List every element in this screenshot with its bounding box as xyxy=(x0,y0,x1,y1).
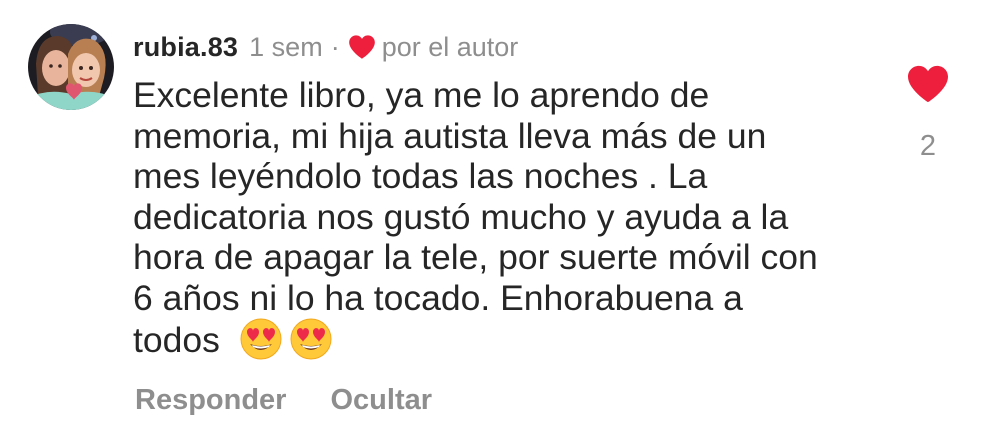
heart-eyes-emoji xyxy=(290,318,332,360)
heart-icon xyxy=(348,34,376,60)
avatar[interactable] xyxy=(28,24,114,110)
comment-line: Excelente libro, ya me lo aprendo de xyxy=(133,75,710,115)
reply-button[interactable]: Responder xyxy=(135,384,286,417)
comment-header: rubia.83 1 sem · por el autor xyxy=(133,27,518,67)
liked-by-author-label: por el autor xyxy=(381,31,519,62)
comment-line: hora de apagar la tele, por suerte móvil… xyxy=(133,237,818,277)
comment-line: memoria, mi hija autista lleva más de un xyxy=(133,115,767,156)
heart-eyes-emoji xyxy=(240,318,282,360)
separator-dot: · xyxy=(330,31,340,62)
timestamp: 1 sem xyxy=(249,31,323,62)
comment-line: mes leyéndolo todas las noches . La xyxy=(133,156,708,196)
heart-icon xyxy=(908,65,948,103)
comment-line: 6 años ni lo ha tocado. Enhorabuena a xyxy=(133,277,743,318)
comment-last-line: todos xyxy=(133,318,878,361)
like-button[interactable] xyxy=(906,64,950,104)
username[interactable]: rubia.83 xyxy=(133,32,238,63)
avatar-image xyxy=(28,24,114,110)
comment-line: dedicatoria nos gustó mucho y ayuda a la xyxy=(133,196,789,237)
hide-button[interactable]: Ocultar xyxy=(330,384,432,417)
comment-line: todos xyxy=(133,320,220,360)
like-count[interactable]: 2 xyxy=(900,130,956,163)
comment-text: Excelente libro, ya me lo aprendo de mem… xyxy=(133,75,878,361)
comment-actions: Responder Ocultar xyxy=(135,384,476,417)
